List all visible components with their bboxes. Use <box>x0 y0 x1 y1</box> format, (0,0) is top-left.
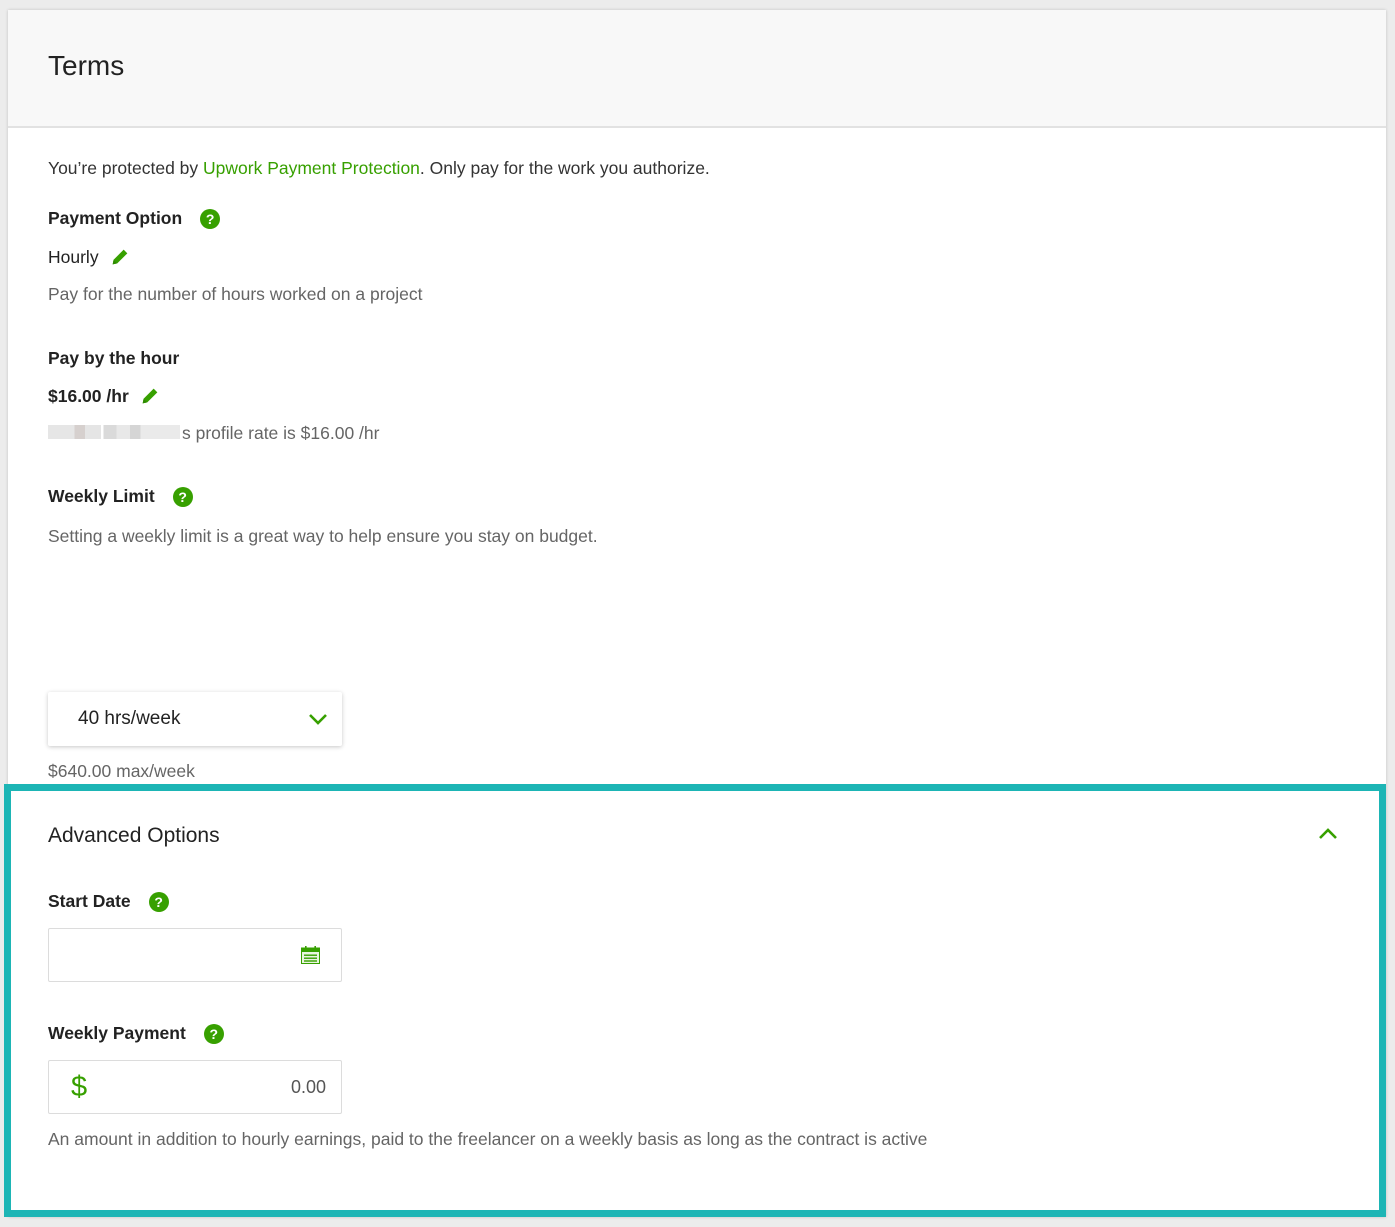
advanced-options-section: Advanced Options Start Date ? Weekly Pay… <box>4 784 1386 1217</box>
calendar-icon[interactable] <box>301 946 320 964</box>
page-title: Terms <box>48 50 125 81</box>
terms-card: Terms You’re protected by Upwork Payment… <box>4 10 1386 1217</box>
weekly-payment-description: An amount in addition to hourly earnings… <box>48 1129 928 1149</box>
advanced-options-title[interactable]: Advanced Options <box>48 824 220 848</box>
chevron-up-icon[interactable] <box>1317 827 1339 841</box>
hourly-rate-value: $16.00 /hr <box>48 385 161 407</box>
payment-option-value: Hourly <box>48 246 131 268</box>
help-icon[interactable]: ? <box>172 486 193 507</box>
card-header: Terms <box>8 10 1386 128</box>
help-icon[interactable]: ? <box>200 208 221 229</box>
payment-protection-link[interactable]: Upwork Payment Protection <box>203 158 420 178</box>
edit-pencil-icon[interactable] <box>109 246 131 268</box>
chevron-down-icon <box>309 714 327 725</box>
weekly-max-amount: $640.00 max/week <box>48 761 195 781</box>
weekly-limit-description: Setting a weekly limit is a great way to… <box>48 526 598 546</box>
help-icon[interactable]: ? <box>148 891 169 912</box>
redacted-freelancer-name <box>48 425 180 440</box>
payment-option-description: Pay for the number of hours worked on a … <box>48 284 423 304</box>
payment-protection-notice: You’re protected by Upwork Payment Prote… <box>48 158 710 178</box>
help-icon[interactable]: ? <box>203 1023 224 1044</box>
weekly-payment-value: 0.00 <box>290 1076 326 1097</box>
hourly-rate-label: Pay by the hour <box>48 348 180 368</box>
weekly-limit-label: Weekly Limit ? <box>48 486 193 507</box>
payment-option-label: Payment Option ? <box>48 208 221 229</box>
weekly-payment-input[interactable]: $ 0.00 <box>48 1060 342 1114</box>
weekly-payment-label: Weekly Payment ? <box>48 1023 224 1044</box>
edit-pencil-icon[interactable] <box>139 385 161 407</box>
profile-rate-note: s profile rate is $16.00 /hr <box>48 423 379 444</box>
start-date-input[interactable] <box>48 928 342 982</box>
weekly-limit-select[interactable]: 40 hrs/week <box>48 692 342 746</box>
start-date-label: Start Date ? <box>48 891 169 912</box>
dollar-icon: $ <box>71 1070 88 1103</box>
